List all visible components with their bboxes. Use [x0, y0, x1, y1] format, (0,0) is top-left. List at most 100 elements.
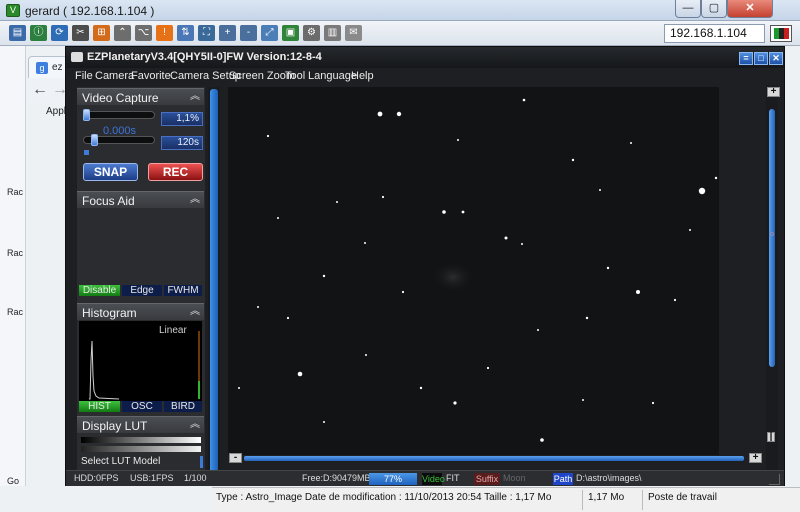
file-transfer-icon[interactable]: ⇅ [177, 25, 194, 41]
ez-close-button[interactable]: ✕ [769, 52, 783, 65]
collapse-icon[interactable]: ︽ [188, 305, 202, 319]
menu-tool[interactable]: Tool [285, 70, 305, 82]
ez-window-title: EZPlanetaryV3.4[QHY5II-0]FW Version:12-8… [87, 51, 322, 63]
zoom-in-icon[interactable]: + [219, 25, 236, 41]
refresh-icon[interactable]: ⟳ [51, 25, 68, 41]
display-lut-title: Display LUT [82, 419, 148, 433]
ezplanetary-window: EZPlanetaryV3.4[QHY5II-0]FW Version:12-8… [65, 46, 785, 486]
histogram-title: Histogram [82, 306, 137, 320]
menu-file[interactable]: File [75, 70, 93, 82]
fullscreen-toggle-button[interactable] [770, 25, 792, 42]
zoom-level-marker[interactable]: | [767, 432, 775, 442]
gain-value[interactable]: 1,1% [161, 112, 203, 126]
rec-button[interactable]: REC [148, 163, 203, 181]
ez-titlebar: EZPlanetaryV3.4[QHY5II-0]FW Version:12-8… [66, 47, 784, 68]
control-panel: Video Capture ︽ 1,1% 0.000s 120s SNAP RE… [77, 87, 205, 470]
bird-mode-button[interactable]: BIRD [164, 401, 202, 412]
resize-grip-icon[interactable] [769, 474, 780, 485]
menu-favorite[interactable]: Favorite [131, 70, 171, 82]
vnc-window-title: gerard ( 192.168.1.104 ) [25, 4, 155, 18]
vnc-app-icon: V [6, 4, 20, 17]
ctrl-alt-del-icon[interactable]: ✂ [72, 25, 89, 41]
display-lut-header[interactable]: Display LUT ︽ [77, 416, 204, 433]
star-field [238, 98, 718, 442]
panel-scrollbar-thumb[interactable] [210, 89, 218, 477]
image-vertical-scroll-thumb[interactable] [769, 109, 775, 367]
close-button[interactable]: ✕ [727, 0, 773, 18]
focus-aid-area [79, 209, 202, 284]
free-space: Free:D:90479MB [302, 473, 371, 483]
side-label: Rac [7, 187, 24, 197]
back-arrow-icon[interactable]: ← [32, 81, 48, 99]
scroll-center-icon [770, 232, 774, 236]
focus-aid-title: Focus Aid [82, 194, 135, 208]
alert-icon[interactable]: ! [156, 25, 173, 41]
lut-model-select[interactable]: Select LUT Model [81, 455, 201, 468]
collapse-icon[interactable]: ︽ [188, 90, 202, 104]
save-path-value[interactable]: D:\astro\images\ [576, 473, 642, 483]
gain-slider-thumb[interactable] [83, 109, 90, 121]
connection-info-icon[interactable]: ⓘ [30, 25, 47, 41]
chat-icon[interactable]: ✉ [345, 25, 362, 41]
vnc-titlebar: V gerard ( 192.168.1.104 ) — ▢ ✕ [0, 0, 800, 21]
exposure-slider-thumb[interactable] [91, 134, 98, 146]
osc-mode-button[interactable]: OSC [122, 401, 162, 412]
snap-button[interactable]: SNAP [83, 163, 138, 181]
ctrl-key-icon[interactable]: ⌃ [114, 25, 131, 41]
suffix-tag: Suffix [474, 473, 500, 485]
camera-image[interactable] [228, 87, 719, 455]
menu-help[interactable]: Help [351, 70, 374, 82]
google-icon: g [36, 62, 48, 74]
fullscreen-icon[interactable]: ⛶ [198, 25, 215, 41]
focus-disable-button[interactable]: Disable [79, 285, 120, 296]
small-slider-thumb[interactable] [84, 150, 89, 155]
minimize-button[interactable]: — [675, 0, 701, 18]
zoom-out-button[interactable]: - [229, 453, 242, 463]
ez-minimize-button[interactable]: = [739, 52, 753, 65]
screenshot-icon[interactable]: ▥ [324, 25, 341, 41]
connection-options-icon[interactable]: ▤ [9, 25, 26, 41]
focus-aid-header[interactable]: Focus Aid ︽ [77, 191, 204, 208]
divider [582, 490, 583, 510]
usb-fps: USB:1FPS [130, 473, 174, 483]
ez-maximize-button[interactable]: □ [754, 52, 768, 65]
menu-camera[interactable]: Camera [95, 70, 134, 82]
video-capture-header[interactable]: Video Capture ︽ [77, 88, 204, 105]
gain-slider[interactable] [83, 111, 155, 119]
histogram-plot: Linear [79, 321, 202, 401]
alt-key-icon[interactable]: ⌥ [135, 25, 152, 41]
maximize-button[interactable]: ▢ [701, 0, 727, 18]
histogram-header[interactable]: Histogram ︽ [77, 303, 204, 320]
video-format-tag: Video [422, 473, 445, 485]
save-icon[interactable]: ▣ [282, 25, 299, 41]
video-format-value[interactable]: FIT [446, 473, 460, 483]
suffix-value[interactable]: Moon [503, 473, 526, 483]
explorer-status-bar: Type : Astro_Image Date de modification … [212, 487, 800, 512]
focus-fwhm-button[interactable]: FWHM [164, 285, 202, 296]
zoom-out-icon[interactable]: - [240, 25, 257, 41]
windows-key-icon[interactable]: ⊞ [93, 25, 110, 41]
side-label: Rac [7, 248, 24, 258]
focus-edge-button[interactable]: Edge [122, 285, 162, 296]
hist-mode-button[interactable]: HIST [79, 401, 120, 412]
browser-tab-label: ez [52, 62, 63, 73]
ez-status-bar: HDD:0FPS USB:1FPS 1/100 Free:D:90479MB 7… [66, 470, 784, 486]
options-icon[interactable]: ⚙ [303, 25, 320, 41]
image-horizontal-scroll-thumb[interactable] [244, 456, 744, 461]
lut-gradient-preview [81, 437, 201, 443]
lut-gradient-output [81, 446, 201, 452]
menu-language[interactable]: Language [308, 70, 357, 82]
exposure-value[interactable]: 120s [161, 136, 203, 150]
scale-icon[interactable]: ⤢ [261, 25, 278, 41]
image-viewport [221, 87, 769, 473]
zoom-in-button[interactable]: + [767, 87, 780, 97]
stars [238, 98, 718, 442]
divider [642, 490, 643, 510]
file-info-text: Type : Astro_Image Date de modification … [216, 492, 552, 503]
collapse-icon[interactable]: ︽ [188, 193, 202, 207]
location-text: Poste de travail [648, 492, 717, 503]
host-address-field[interactable]: 192.168.1.104 [664, 24, 765, 43]
collapse-icon[interactable]: ︽ [188, 418, 202, 432]
zoom-in-horizontal-button[interactable]: + [749, 453, 762, 463]
vnc-toolbar: ▤ ⓘ ⟳ ✂ ⊞ ⌃ ⌥! ⇅ ⛶ + - ⤢ ▣ ⚙ ▥ ✉ 192.168.1.104 [0, 21, 800, 46]
